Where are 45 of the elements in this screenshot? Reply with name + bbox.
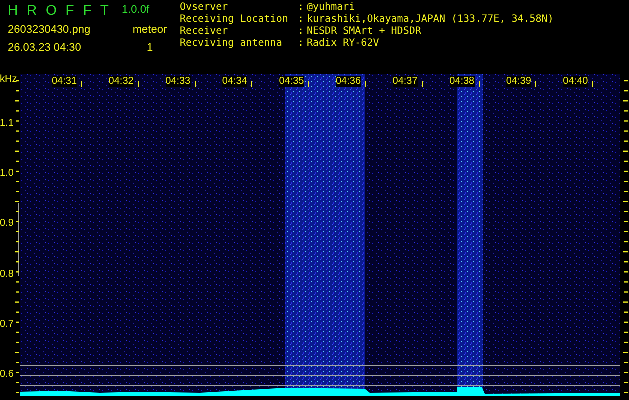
frequency-label: 0.8 xyxy=(0,268,14,280)
time-label: 04:34 xyxy=(222,76,248,88)
frequency-label: 1.1 xyxy=(0,118,14,129)
app-name: H R O F F T xyxy=(8,2,110,18)
frequency-label: 1.0 xyxy=(0,168,14,180)
tick-icon xyxy=(535,81,538,88)
info-value: NESDR SMArt + HDSDR xyxy=(307,26,422,38)
time-label: 04:38 xyxy=(450,76,475,88)
version-label: 1.0.0f xyxy=(122,4,151,16)
tick-icon xyxy=(251,81,254,88)
count-value: 1 xyxy=(146,42,154,54)
unit-label: kHz xyxy=(0,74,15,88)
tick-icon xyxy=(478,81,481,88)
time-label: 04:33 xyxy=(166,76,191,88)
time-label: 04:39 xyxy=(506,76,532,88)
info-label: Receiver xyxy=(180,26,230,38)
tick-icon xyxy=(422,81,424,88)
timestamp: 26.03.23 04:30 xyxy=(8,42,82,54)
tick-icon xyxy=(308,81,310,88)
colon-separator: : xyxy=(298,38,306,50)
frequency-label: 0.9 xyxy=(0,218,14,230)
info-value: @yuhmari xyxy=(307,2,356,14)
time-label: 04:35 xyxy=(279,76,304,88)
tick-icon xyxy=(81,81,84,88)
tick-icon xyxy=(138,81,140,88)
colon-separator: : xyxy=(298,26,306,38)
time-label: 04:40 xyxy=(563,76,588,88)
time-label: 04:37 xyxy=(392,76,418,88)
tick-icon xyxy=(194,81,197,88)
time-label: 04:36 xyxy=(336,76,362,88)
frequency-label: 0.7 xyxy=(0,319,14,330)
frequency-label: 0.6 xyxy=(0,369,14,380)
info-label: Recviving antenna xyxy=(180,38,284,50)
info-label: Ovserver xyxy=(180,2,230,14)
tick-icon xyxy=(365,81,368,88)
filename: 2603230430.png xyxy=(8,24,91,36)
info-value: kurashiki,Okayama,JAPAN (133.77E, 34.58N) xyxy=(307,14,554,26)
colon-separator: : xyxy=(298,2,306,14)
tick-icon xyxy=(592,81,594,88)
time-label: 04:31 xyxy=(52,76,78,88)
count-label: meteor xyxy=(132,24,168,36)
colon-separator: : xyxy=(298,14,306,26)
info-value: Radix RY-62V xyxy=(307,38,380,50)
time-label: 04:32 xyxy=(108,76,134,88)
info-label: Receiving Location xyxy=(180,14,290,26)
